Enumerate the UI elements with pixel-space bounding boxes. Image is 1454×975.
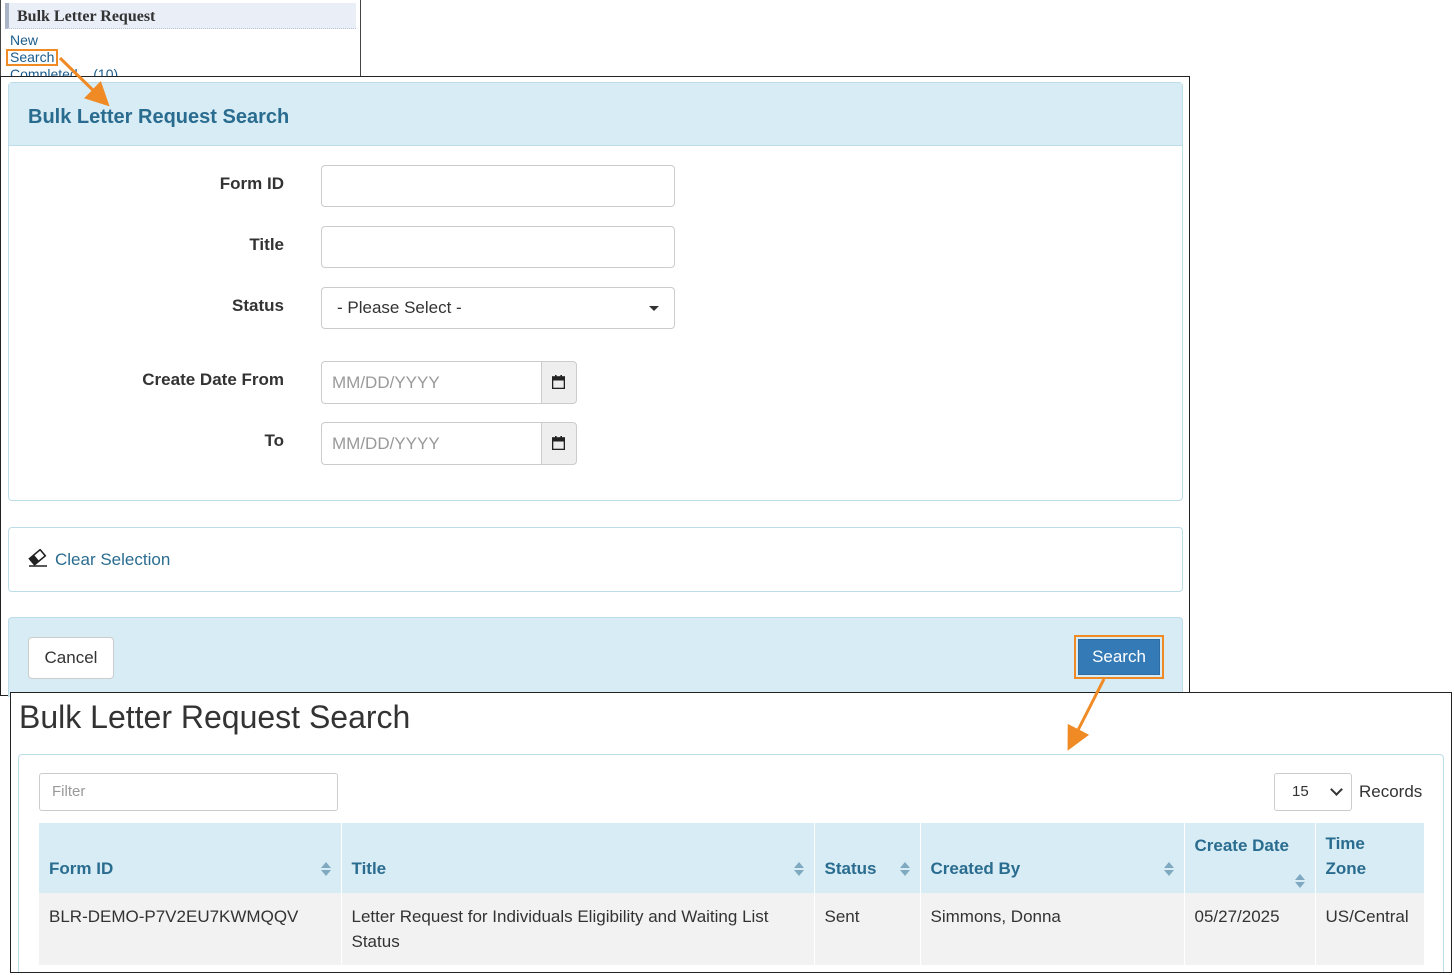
form-id-label: Form ID <box>219 174 284 193</box>
filter-input[interactable]: Filter <box>39 773 338 811</box>
column-header-label: Create Date <box>1194 836 1290 855</box>
search-form-panel: Bulk Letter Request Search Form ID Title… <box>0 76 1190 697</box>
results-table: Form ID Title Status Created By Create D… <box>39 823 1425 965</box>
search-results-panel: Bulk Letter Request Search Filter 15 Rec… <box>10 692 1452 973</box>
calendar-icon <box>552 436 565 450</box>
nav-link-new[interactable]: New <box>10 32 38 48</box>
calendar-icon <box>552 375 565 389</box>
cell-status: Sent <box>814 893 921 965</box>
create-date-from-label: Create Date From <box>142 370 284 389</box>
results-card: Filter 15 Records Form ID Title Status C <box>18 754 1444 972</box>
column-header-created-by[interactable]: Created By <box>920 823 1185 893</box>
table-row[interactable]: BLR-DEMO-P7V2EU7KWMQQV Letter Request fo… <box>39 893 1425 965</box>
cell-time-zone: US/Central <box>1315 893 1425 965</box>
column-header-create-date[interactable]: Create Date <box>1184 823 1316 893</box>
to-date-group: MM/DD/YYYY <box>321 422 577 465</box>
status-select[interactable]: - Please Select - <box>321 287 675 329</box>
search-button[interactable]: Search <box>1078 639 1160 675</box>
cell-create-date: 05/27/2025 <box>1184 893 1316 965</box>
clear-selection-link[interactable]: Clear Selection <box>55 550 170 570</box>
column-header-label: Time Zone <box>1325 834 1367 878</box>
column-header-label: Form ID <box>49 859 114 878</box>
records-per-page-value: 15 <box>1292 783 1309 800</box>
form-id-input[interactable] <box>321 165 675 207</box>
sort-icon <box>793 862 804 876</box>
search-card-header: Bulk Letter Request Search <box>9 83 1182 146</box>
records-per-page-select[interactable]: 15 <box>1274 773 1352 811</box>
create-date-from-input[interactable]: MM/DD/YYYY <box>321 361 542 404</box>
search-form-title: Bulk Letter Request Search <box>28 106 290 128</box>
cell-title: Letter Request for Individuals Eligibili… <box>341 893 815 965</box>
to-date-label: To <box>264 431 284 450</box>
cell-created-by: Simmons, Donna <box>920 893 1185 965</box>
sort-icon <box>1294 874 1305 888</box>
column-header-title[interactable]: Title <box>341 823 815 893</box>
sort-icon <box>320 862 331 876</box>
column-header-label: Status <box>824 859 877 878</box>
status-selected-value: - Please Select - <box>337 298 462 317</box>
sort-icon <box>1163 862 1174 876</box>
results-page-title: Bulk Letter Request Search <box>19 699 411 735</box>
title-input[interactable] <box>321 226 675 268</box>
form-actions-bar: Cancel Search <box>8 617 1183 697</box>
status-label: Status <box>232 296 284 315</box>
column-header-label: Title <box>351 859 387 878</box>
nav-title: Bulk Letter Request <box>5 3 356 29</box>
clear-selection-card: Clear Selection <box>8 527 1183 592</box>
nav-link-search[interactable]: Search <box>6 49 59 66</box>
create-date-from-calendar-button[interactable] <box>541 361 577 404</box>
column-header-label: Created By <box>930 859 1021 878</box>
records-label: Records <box>1359 782 1423 801</box>
column-header-status[interactable]: Status <box>814 823 921 893</box>
to-date-input[interactable]: MM/DD/YYYY <box>321 422 542 465</box>
cell-form-id: BLR-DEMO-P7V2EU7KWMQQV <box>39 893 342 965</box>
search-criteria-card: Bulk Letter Request Search Form ID Title… <box>8 82 1183 501</box>
chevron-down-icon <box>1330 783 1343 796</box>
sort-icon <box>899 862 910 876</box>
create-date-from-group: MM/DD/YYYY <box>321 361 577 404</box>
column-header-time-zone[interactable]: Time Zone <box>1315 823 1425 893</box>
eraser-icon <box>28 549 47 567</box>
title-label: Title <box>249 235 284 254</box>
caret-down-icon <box>649 306 659 311</box>
column-header-form-id[interactable]: Form ID <box>39 823 342 893</box>
to-date-calendar-button[interactable] <box>541 422 577 465</box>
search-button-highlight: Search <box>1074 635 1164 679</box>
cancel-button[interactable]: Cancel <box>28 637 114 679</box>
